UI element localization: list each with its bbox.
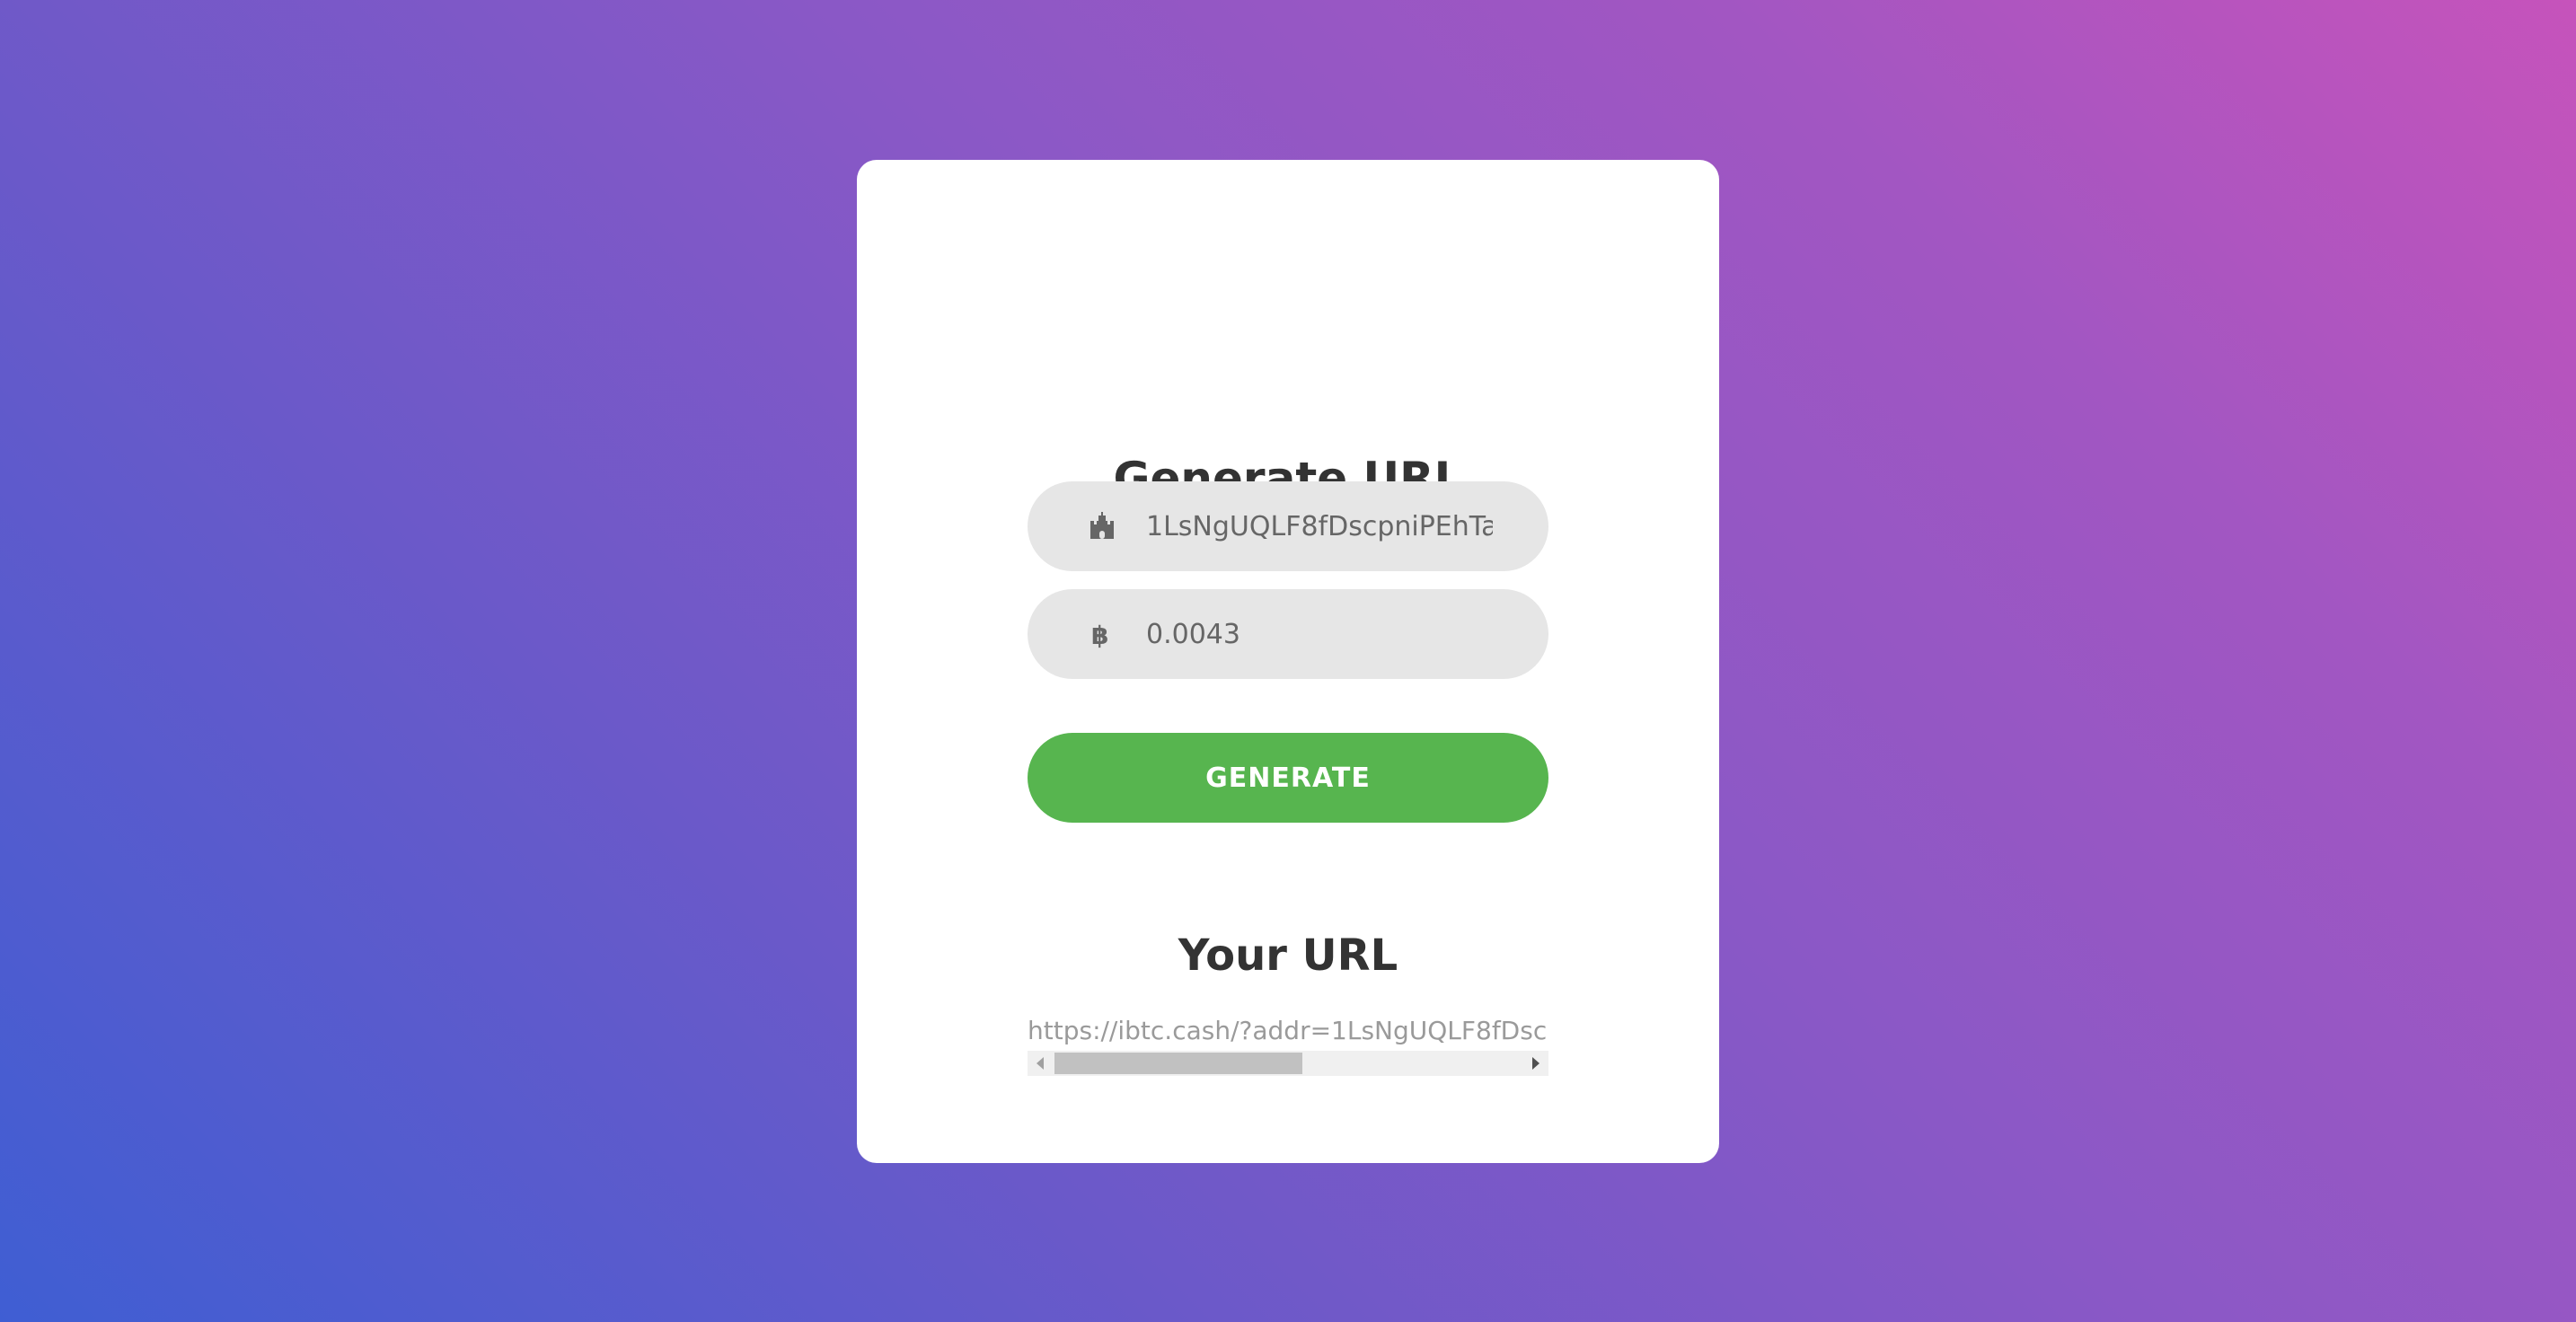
scroll-right-button[interactable]	[1523, 1051, 1548, 1076]
chevron-left-icon	[1037, 1057, 1044, 1070]
castle-icon	[1087, 511, 1117, 542]
amount-input[interactable]	[1146, 607, 1493, 661]
chevron-right-icon	[1532, 1057, 1539, 1070]
generated-url-text[interactable]: https://ibtc.cash/?addr=1LsNgUQLF8fDscpn…	[1028, 1011, 1548, 1051]
horizontal-scrollbar[interactable]	[1028, 1051, 1548, 1076]
amount-field[interactable]: ฿	[1028, 589, 1548, 679]
generate-button[interactable]: GENERATE	[1028, 733, 1548, 823]
scrollbar-thumb[interactable]	[1054, 1053, 1302, 1074]
address-field[interactable]	[1028, 481, 1548, 571]
svg-text:฿: ฿	[1091, 621, 1108, 648]
address-input[interactable]	[1146, 499, 1493, 553]
url-output[interactable]: https://ibtc.cash/?addr=1LsNgUQLF8fDscpn…	[1028, 1011, 1548, 1076]
your-url-heading: Your URL	[1178, 930, 1398, 981]
bitcoin-icon: ฿	[1087, 619, 1117, 649]
generate-url-card: Generate URL ฿	[857, 160, 1719, 1163]
scroll-left-button[interactable]	[1028, 1051, 1053, 1076]
